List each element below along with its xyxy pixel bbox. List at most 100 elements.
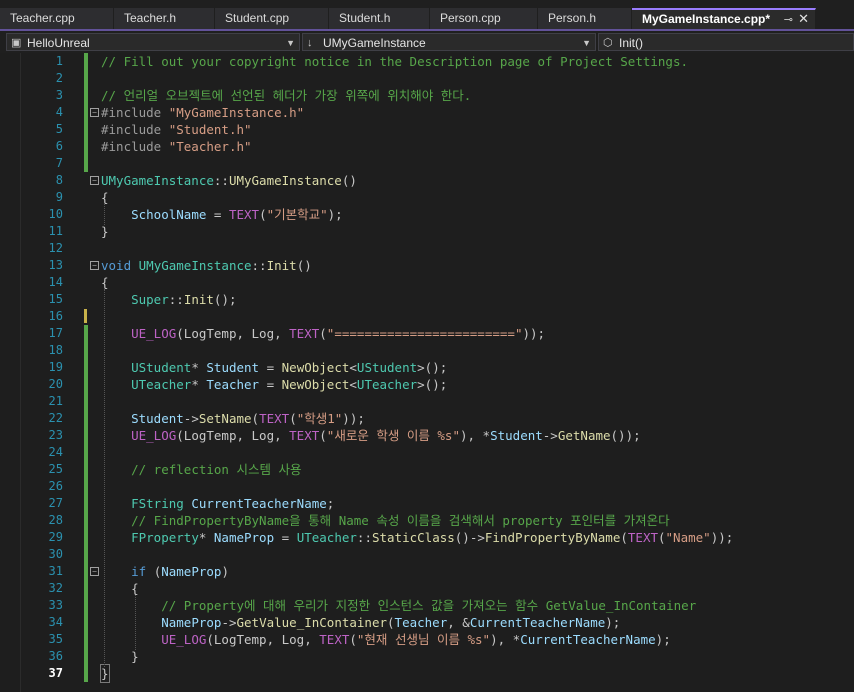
code-line[interactable]: 23 UE_LOG(LogTemp, Log, TEXT("새로운 학생 이름 … [0,427,854,444]
line-number: 25 [48,462,63,476]
tab-teacher-h[interactable]: Teacher.h [114,8,215,29]
change-marker [84,461,88,478]
document-tab-strip: Teacher.cpp Teacher.h Student.cpp Studen… [0,0,854,29]
close-icon[interactable]: ✕ [798,10,809,28]
code-line[interactable]: 6 #include "Teacher.h" [0,138,854,155]
code-text: FString CurrentTeacherName; [131,496,335,511]
code-text: NameProp->GetValue_InContainer(Teacher, … [161,615,621,630]
tab-person-h[interactable]: Person.h [538,8,632,29]
code-line[interactable]: 4 − #include "MyGameInstance.h" [0,104,854,121]
tab-label: Student.h [339,11,391,25]
change-marker [84,597,88,614]
change-marker [84,325,88,342]
code-line[interactable]: 2 [0,70,854,87]
change-marker [84,104,88,121]
code-text: UTeacher* Teacher = NewObject<UTeacher>(… [131,377,448,392]
change-marker [84,376,88,393]
line-number: 13 [48,258,63,272]
code-text: // FindPropertyByName을 통해 Name 속성 이름을 검색… [131,513,670,528]
change-marker [84,155,88,172]
code-line[interactable]: 9{ [0,189,854,206]
member-dropdown[interactable]: ⬡ Init() [598,33,854,51]
code-line[interactable]: 36 } [0,648,854,665]
code-line[interactable]: 33 // Property에 대해 우리가 지정한 인스턴스 값을 가져오는 … [0,597,854,614]
indent-guide [104,204,105,225]
code-line[interactable]: 21 [0,393,854,410]
collapse-toggle-icon[interactable]: − [90,108,99,117]
code-line[interactable]: 13 − void UMyGameInstance::Init() [0,257,854,274]
project-dropdown[interactable]: ▣ HelloUnreal ▼ [6,33,300,51]
code-line[interactable]: 35 UE_LOG(LogTemp, Log, TEXT("현재 선생님 이름 … [0,631,854,648]
code-line[interactable]: 10 SchoolName = TEXT("기본학교"); [0,206,854,223]
collapse-toggle-icon[interactable]: − [90,176,99,185]
code-line[interactable]: 17 UE_LOG(LogTemp, Log, TEXT("==========… [0,325,854,342]
code-line[interactable]: 8 − UMyGameInstance::UMyGameInstance() [0,172,854,189]
code-line[interactable]: 25 // reflection 시스템 사용 [0,461,854,478]
change-marker [84,495,88,512]
indent-guide [135,595,136,650]
code-line[interactable]: 37} [0,664,854,683]
change-marker [84,546,88,563]
line-number: 17 [48,326,63,340]
line-number: 19 [48,360,63,374]
line-number: 11 [48,224,63,238]
line-number: 1 [55,54,63,68]
code-editor[interactable]: 1 // Fill out your copyright notice in th… [0,53,854,692]
code-text: // Fill out your copyright notice in the… [101,54,688,69]
code-line[interactable]: 24 [0,444,854,461]
change-marker [84,87,88,104]
line-number: 20 [48,377,63,391]
line-number: 23 [48,428,63,442]
code-line[interactable]: 12 [0,240,854,257]
code-line[interactable]: 1 // Fill out your copyright notice in th… [0,53,854,70]
tab-label: Person.h [548,11,597,25]
code-line[interactable]: 34 NameProp->GetValue_InContainer(Teache… [0,614,854,631]
collapse-toggle-icon[interactable]: − [90,567,99,576]
code-text: Student->SetName(TEXT("학생1")); [131,411,365,426]
code-text: UStudent* Student = NewObject<UStudent>(… [131,360,448,375]
change-marker [84,665,88,682]
code-line[interactable]: 19 UStudent* Student = NewObject<UStuden… [0,359,854,376]
code-line[interactable]: 20 UTeacher* Teacher = NewObject<UTeache… [0,376,854,393]
code-line[interactable]: 7 [0,155,854,172]
change-marker [84,631,88,648]
code-text: // 언리얼 오브젝트에 선언된 헤더가 가장 위쪽에 위치해야 한다. [101,88,472,103]
line-number: 14 [48,275,63,289]
change-marker [84,342,88,359]
code-line[interactable]: 18 [0,342,854,359]
code-line[interactable]: 29 FProperty* NameProp = UTeacher::Stati… [0,529,854,546]
tab-teacher-cpp[interactable]: Teacher.cpp [0,8,114,29]
code-line[interactable]: 15 Super::Init(); [0,291,854,308]
code-line[interactable]: 3 // 언리얼 오브젝트에 선언된 헤더가 가장 위쪽에 위치해야 한다. [0,87,854,104]
code-line[interactable]: 31 − if (NameProp) [0,563,854,580]
class-dropdown[interactable]: ↓ UMyGameInstance ▼ [302,33,596,51]
tab-label: Student.cpp [225,11,290,25]
code-line[interactable]: 32 { [0,580,854,597]
code-text: } [101,649,139,664]
line-number: 37 [48,666,63,680]
line-number: 33 [48,598,63,612]
tab-label: Teacher.cpp [10,11,75,25]
collapse-toggle-icon[interactable]: − [90,261,99,270]
method-cube-icon: ⬡ [603,37,613,49]
code-line[interactable]: 14{ [0,274,854,291]
code-text: #include "MyGameInstance.h" [101,105,305,120]
code-line[interactable]: 16 [0,308,854,325]
code-line[interactable]: 28 // FindPropertyByName을 통해 Name 속성 이름을… [0,512,854,529]
line-number: 34 [48,615,63,629]
code-line[interactable]: 22 Student->SetName(TEXT("학생1")); [0,410,854,427]
tab-person-cpp[interactable]: Person.cpp [430,8,538,29]
code-line[interactable]: 11} [0,223,854,240]
code-text: { [101,581,139,596]
tab-student-cpp[interactable]: Student.cpp [215,8,329,29]
change-marker [84,580,88,597]
tab-student-h[interactable]: Student.h [329,8,430,29]
pin-icon[interactable]: ⊸ [784,11,793,29]
code-line[interactable]: 30 [0,546,854,563]
code-line[interactable]: 26 [0,478,854,495]
line-number: 21 [48,394,63,408]
code-line[interactable]: 5 #include "Student.h" [0,121,854,138]
tab-mygameinstance-cpp[interactable]: MyGameInstance.cpp* ⊸ ✕ [632,8,816,29]
code-line[interactable]: 27 FString CurrentTeacherName; [0,495,854,512]
code-text: SchoolName = TEXT("기본학교"); [131,207,343,222]
